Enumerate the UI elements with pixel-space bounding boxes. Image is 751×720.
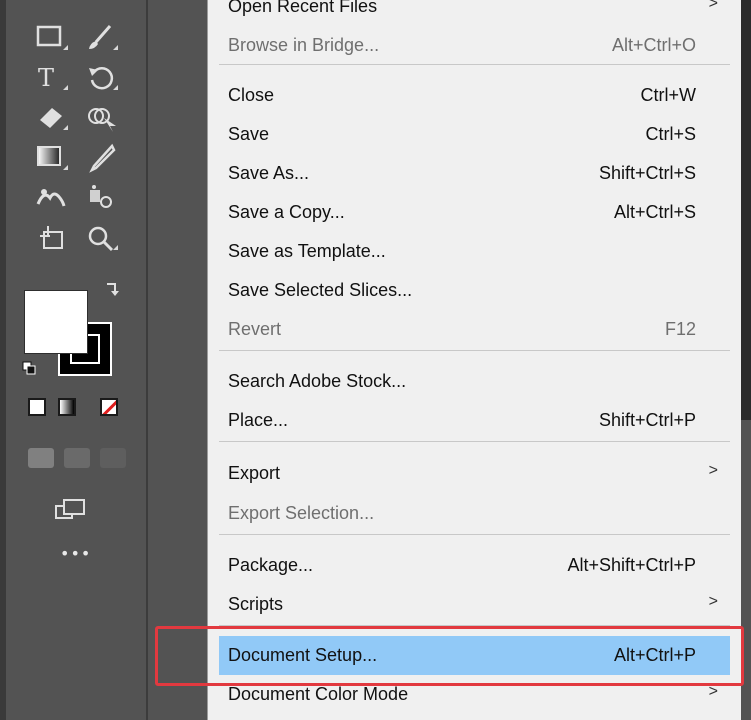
menu-item-label: Scripts xyxy=(228,594,284,614)
artboard-tool-icon[interactable] xyxy=(36,222,76,256)
menu-item-shortcut: F12 xyxy=(664,319,696,339)
menu-separator xyxy=(219,350,730,351)
eyedropper-tool-icon[interactable] xyxy=(86,142,126,176)
menu-separator xyxy=(219,534,730,535)
menu-item-label: Save xyxy=(228,124,270,144)
menu-item-browse-in-bridge[interactable]: Browse in Bridge... Alt+Ctrl+O xyxy=(219,26,730,65)
submenu-arrow-icon: > xyxy=(708,593,718,610)
menu-item-label: Save as Template... xyxy=(228,241,386,261)
menu-item-save[interactable]: Save Ctrl+S xyxy=(219,115,730,154)
draw-behind-icon[interactable] xyxy=(64,448,90,468)
panel-edge xyxy=(0,0,6,720)
highlight-annotation-box xyxy=(155,626,744,686)
menu-item-save-as-template[interactable]: Save as Template... xyxy=(219,232,730,271)
menu-item-label: Revert xyxy=(228,319,282,339)
menu-item-export-selection[interactable]: Export Selection... xyxy=(219,494,730,533)
eraser-tool-icon[interactable] xyxy=(36,102,76,136)
type-tool-icon[interactable]: T xyxy=(36,62,76,96)
submenu-arrow-icon: > xyxy=(708,462,718,479)
menu-separator xyxy=(219,441,730,442)
draw-normal-icon[interactable] xyxy=(28,448,54,468)
menu-item-revert[interactable]: Revert F12 xyxy=(219,310,730,349)
menu-item-save-selected-slices[interactable]: Save Selected Slices... xyxy=(219,271,730,310)
menu-item-label: Save As... xyxy=(228,163,310,183)
menu-item-label: Browse in Bridge... xyxy=(228,35,380,55)
menu-item-save-a-copy[interactable]: Save a Copy... Alt+Ctrl+S xyxy=(219,193,730,232)
none-mode-button[interactable] xyxy=(100,398,118,416)
menu-item-shortcut: Alt+Ctrl+O xyxy=(611,35,696,55)
menu-item-shortcut: Shift+Ctrl+S xyxy=(598,163,696,183)
menu-item-label: Close xyxy=(228,85,275,105)
gradient-tool-icon[interactable] xyxy=(36,142,76,176)
menu-item-shortcut: Ctrl+W xyxy=(640,85,697,105)
edit-toolbar-button[interactable]: ••• xyxy=(60,544,91,563)
menu-item-export[interactable]: Export > xyxy=(219,454,730,493)
menu-item-label: Save Selected Slices... xyxy=(228,280,413,300)
menu-item-save-as[interactable]: Save As... Shift+Ctrl+S xyxy=(219,154,730,193)
change-screen-mode-icon[interactable] xyxy=(52,496,92,530)
menu-item-label: Place... xyxy=(228,410,289,430)
menu-item-close[interactable]: Close Ctrl+W xyxy=(219,76,730,115)
menu-item-search-adobe-stock[interactable]: Search Adobe Stock... xyxy=(219,362,730,401)
file-menu: Open Recent Files > Browse in Bridge... Alt… xyxy=(207,0,741,720)
menu-item-open-recent-files[interactable]: Open Recent Files > xyxy=(219,0,730,26)
gradient-mode-button[interactable] xyxy=(58,398,76,416)
fill-color-swatch[interactable] xyxy=(24,290,88,354)
tools-panel: T ••• xyxy=(0,0,148,720)
menu-item-label: Save a Copy... xyxy=(228,202,345,222)
shape-builder-tool-icon[interactable] xyxy=(86,102,126,136)
submenu-arrow-icon: > xyxy=(708,0,718,12)
canvas-edge xyxy=(740,0,751,420)
swap-fill-stroke-icon[interactable] xyxy=(104,280,120,302)
menu-item-label: Document Color Mode xyxy=(228,684,409,704)
paintbrush-tool-icon[interactable] xyxy=(86,22,126,56)
menu-item-shortcut: Alt+Ctrl+S xyxy=(613,202,696,222)
rectangle-tool-icon[interactable] xyxy=(36,22,76,56)
symbol-sprayer-tool-icon[interactable] xyxy=(86,182,126,216)
menu-item-package[interactable]: Package... Alt+Shift+Ctrl+P xyxy=(219,546,730,585)
rotate-tool-icon[interactable] xyxy=(86,62,126,96)
menu-item-label: Open Recent Files xyxy=(228,0,378,16)
default-fill-stroke-icon[interactable] xyxy=(22,360,36,379)
svg-text:T: T xyxy=(38,64,54,92)
menu-item-shortcut: Shift+Ctrl+P xyxy=(598,410,696,430)
menu-item-label: Package... xyxy=(228,555,314,575)
panel-divider xyxy=(146,0,148,720)
menu-item-label: Export xyxy=(228,463,281,483)
zoom-tool-icon[interactable] xyxy=(86,222,126,256)
menu-item-shortcut: Ctrl+S xyxy=(645,124,696,144)
color-mode-button[interactable] xyxy=(28,398,46,416)
menu-item-place[interactable]: Place... Shift+Ctrl+P xyxy=(219,401,730,440)
menu-item-label: Search Adobe Stock... xyxy=(228,371,407,391)
menu-item-shortcut: Alt+Shift+Ctrl+P xyxy=(567,555,696,575)
puppet-warp-tool-icon[interactable] xyxy=(36,182,76,216)
menu-item-label: Export Selection... xyxy=(228,503,375,523)
draw-inside-icon[interactable] xyxy=(100,448,126,468)
menu-item-scripts[interactable]: Scripts > xyxy=(219,585,730,624)
